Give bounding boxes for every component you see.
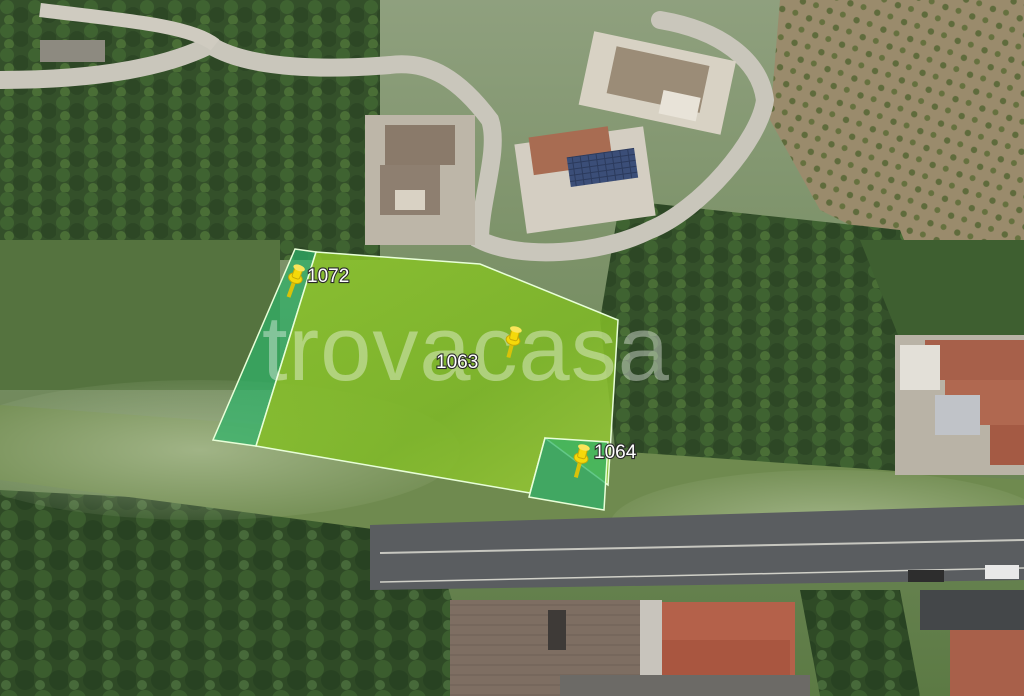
- parcel-label-1064: 1064: [594, 442, 637, 463]
- woodland-bottom-mid: [800, 590, 920, 696]
- meadow-left: [0, 240, 280, 390]
- parcel-label-1063: 1063: [436, 352, 478, 373]
- watermark-text: trovacasa: [262, 298, 670, 400]
- map-view[interactable]: trovacasa 1072 1063 1064: [0, 0, 1024, 696]
- parcel-label-1072: 1072: [307, 266, 349, 287]
- buildings-right: [895, 335, 1024, 475]
